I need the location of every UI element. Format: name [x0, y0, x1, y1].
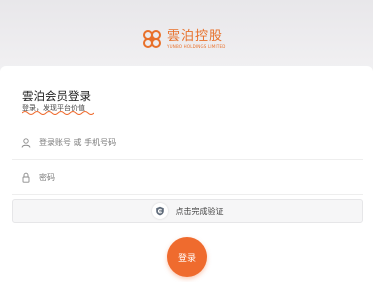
login-title: 雲泊会员登录: [22, 89, 91, 103]
account-input[interactable]: [39, 138, 339, 147]
account-field[interactable]: [12, 126, 363, 160]
user-icon: [20, 137, 32, 149]
captcha-verify-label: 点击完成验证: [175, 206, 224, 216]
brand-name-en: YUNBO HOLDINGS LIMITED: [167, 43, 226, 49]
password-input[interactable]: [39, 173, 339, 182]
brand-name: 雲泊控股: [167, 28, 224, 44]
brand-logo: 雲泊控股 YUNBO HOLDINGS LIMITED: [141, 28, 226, 50]
page-header: 雲泊控股 YUNBO HOLDINGS LIMITED: [0, 0, 373, 70]
login-card: 雲泊会员登录 登录，发现平台价值 点击完: [0, 66, 373, 282]
brand-logo-icon: [143, 30, 161, 48]
captcha-verify-button[interactable]: 点击完成验证: [12, 199, 363, 223]
captcha-shield-icon: [151, 203, 168, 219]
password-field[interactable]: [12, 161, 363, 195]
subtitle-underline-decoration: [22, 111, 94, 115]
lock-icon: [20, 172, 32, 184]
login-button[interactable]: 登录: [167, 237, 207, 277]
